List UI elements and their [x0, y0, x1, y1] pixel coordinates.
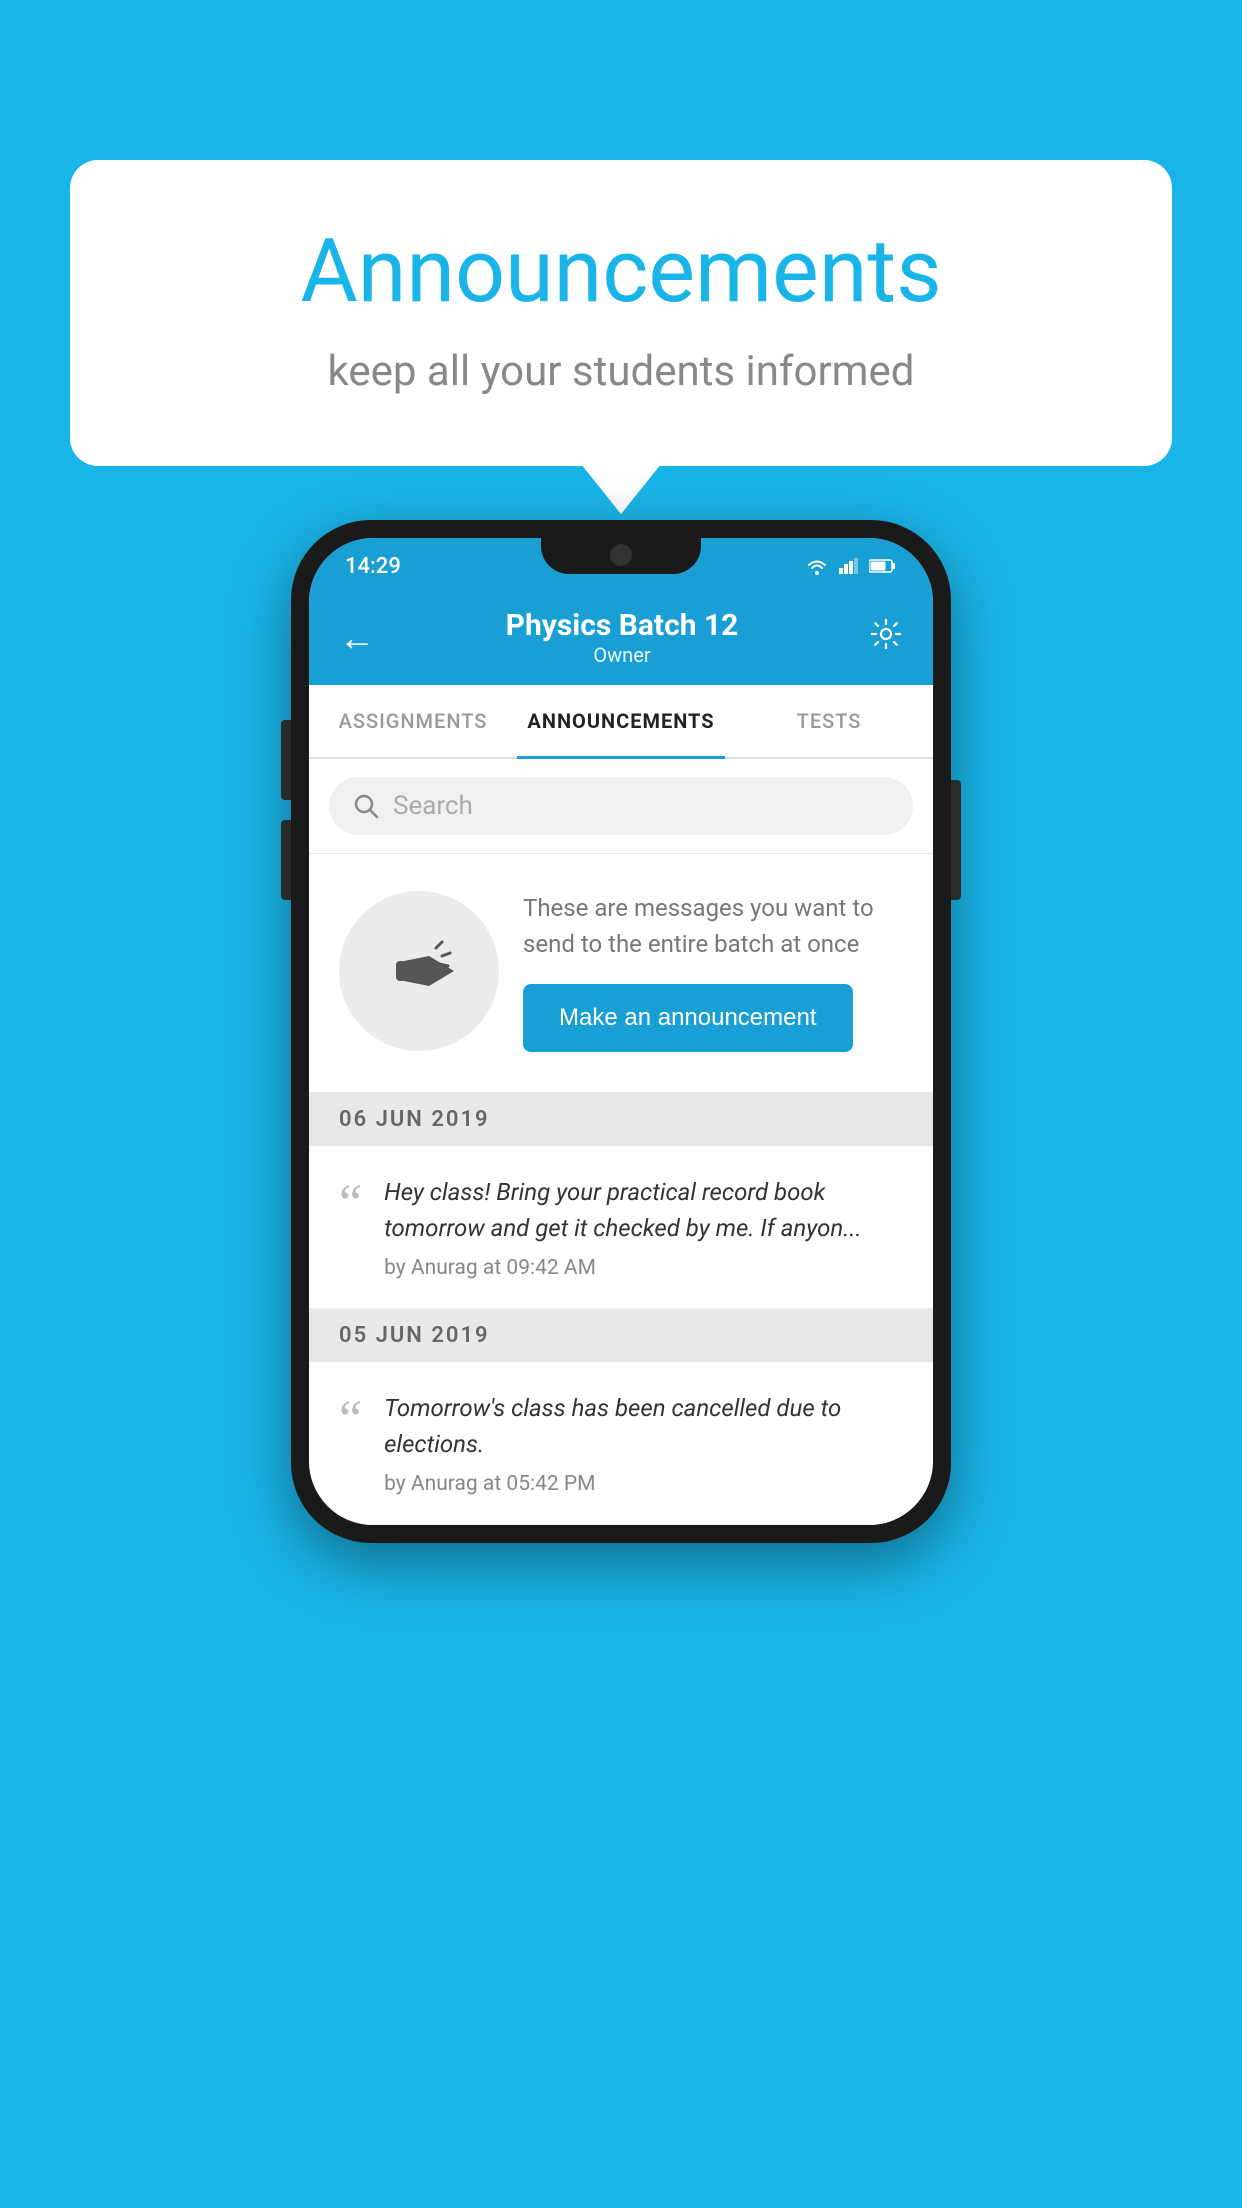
- signal-icon: [839, 558, 859, 574]
- status-time: 14:29: [345, 554, 401, 579]
- settings-button[interactable]: [869, 617, 903, 659]
- announcement-text-2: Tomorrow's class has been cancelled due …: [384, 1390, 903, 1462]
- phone-outer: 14:29: [291, 520, 951, 1543]
- battery-icon: [869, 559, 897, 573]
- promo-content: These are messages you want to send to t…: [523, 890, 903, 1052]
- speech-bubble-section: Announcements keep all your students inf…: [70, 160, 1172, 466]
- speech-bubble-subtitle: keep all your students informed: [150, 347, 1092, 396]
- date-separator-1: 06 JUN 2019: [309, 1093, 933, 1146]
- tab-assignments[interactable]: ASSIGNMENTS: [309, 685, 517, 757]
- promo-description: These are messages you want to send to t…: [523, 890, 903, 962]
- power-button: [951, 780, 961, 900]
- search-container: Search: [309, 759, 933, 854]
- gear-icon: [869, 617, 903, 651]
- announcement-meta-2: by Anurag at 05:42 PM: [384, 1472, 903, 1496]
- volume-down-button: [281, 820, 291, 900]
- tabs-bar: ASSIGNMENTS ANNOUNCEMENTS TESTS: [309, 685, 933, 759]
- speech-bubble-title: Announcements: [150, 220, 1092, 323]
- promo-icon-circle: [339, 891, 499, 1051]
- search-bar[interactable]: Search: [329, 777, 913, 835]
- announcement-content-2: Tomorrow's class has been cancelled due …: [384, 1390, 903, 1496]
- back-button[interactable]: ←: [339, 617, 375, 659]
- phone-camera: [610, 544, 632, 566]
- batch-role: Owner: [506, 643, 739, 667]
- promo-section: These are messages you want to send to t…: [309, 854, 933, 1093]
- status-icons: [805, 557, 897, 575]
- tab-tests[interactable]: TESTS: [725, 685, 933, 757]
- quote-icon-2: “: [339, 1394, 362, 1446]
- search-icon: [353, 793, 379, 819]
- volume-up-button: [281, 720, 291, 800]
- announcement-item-1: “ Hey class! Bring your practical record…: [309, 1146, 933, 1309]
- date-separator-2: 05 JUN 2019: [309, 1309, 933, 1362]
- announcement-text-1: Hey class! Bring your practical record b…: [384, 1174, 903, 1246]
- make-announcement-button[interactable]: Make an announcement: [523, 984, 853, 1052]
- header-title-area: Physics Batch 12 Owner: [506, 608, 739, 667]
- search-placeholder: Search: [393, 791, 473, 821]
- phone-device: 14:29: [291, 520, 951, 1543]
- quote-icon-1: “: [339, 1178, 362, 1230]
- wifi-icon: [805, 557, 829, 575]
- batch-title: Physics Batch 12: [506, 608, 739, 643]
- announcement-item-2: “ Tomorrow's class has been cancelled du…: [309, 1362, 933, 1525]
- announcement-meta-1: by Anurag at 09:42 AM: [384, 1256, 903, 1280]
- announcement-content-1: Hey class! Bring your practical record b…: [384, 1174, 903, 1280]
- speech-bubble-card: Announcements keep all your students inf…: [70, 160, 1172, 466]
- app-header: ← Physics Batch 12 Owner: [309, 590, 933, 685]
- phone-screen: 14:29: [309, 538, 933, 1525]
- tab-announcements[interactable]: ANNOUNCEMENTS: [517, 685, 725, 757]
- megaphone-icon: [374, 926, 464, 1016]
